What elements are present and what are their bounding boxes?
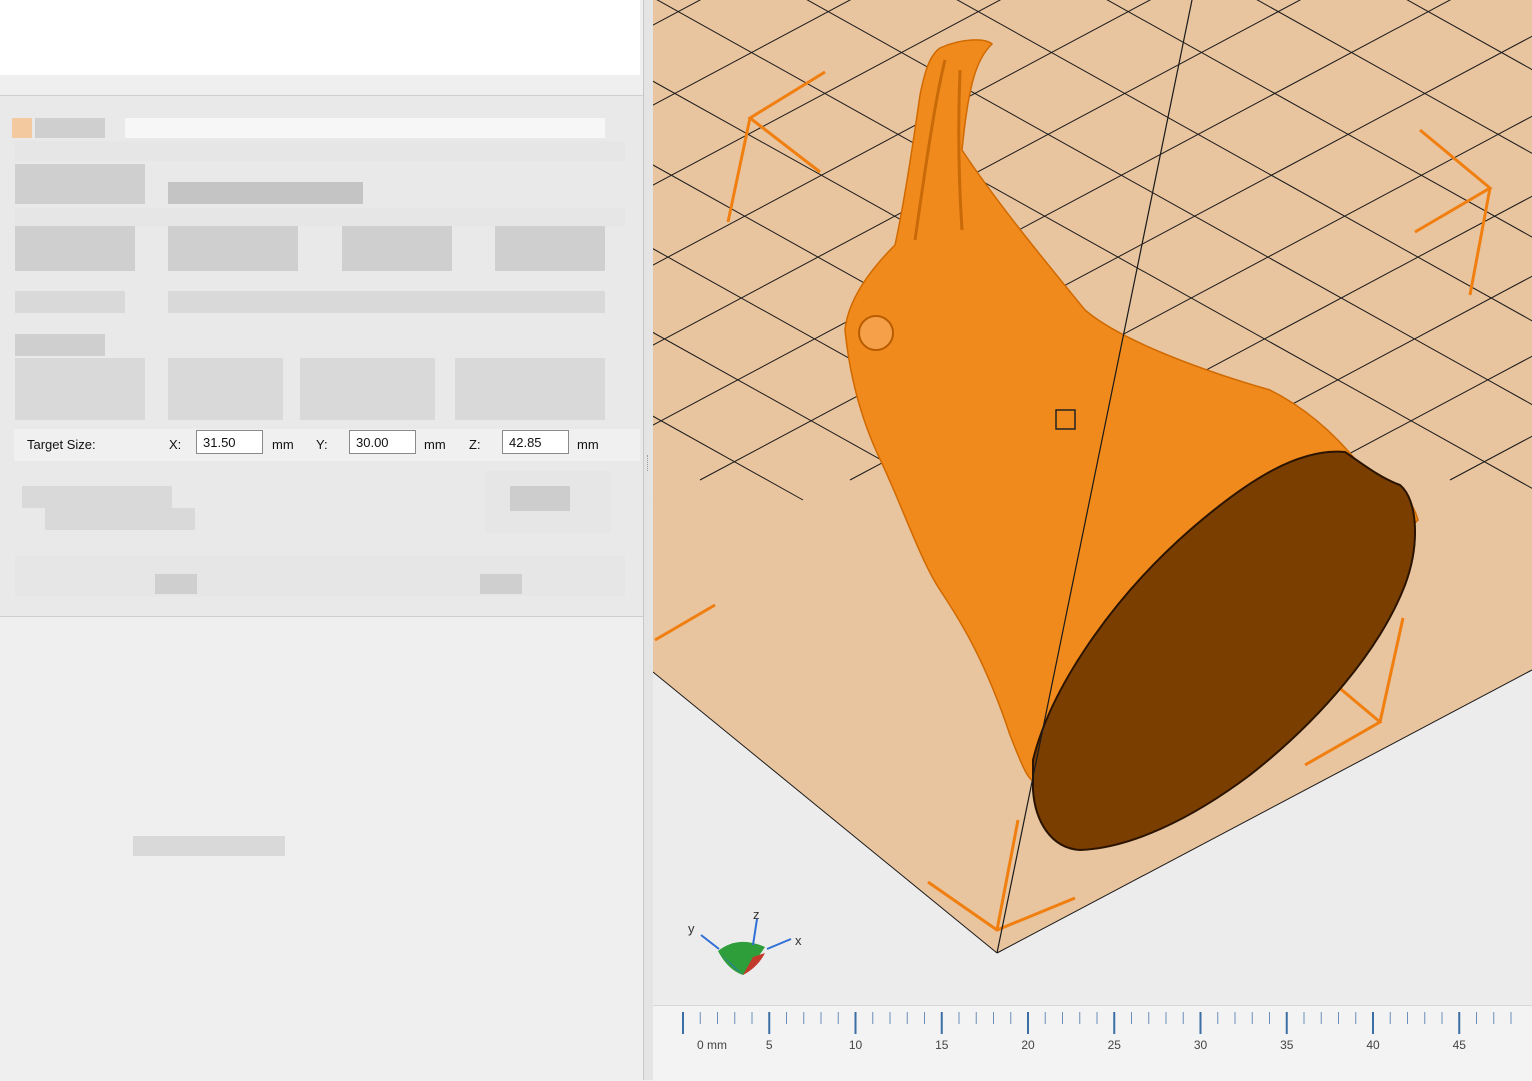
ruler-label-0: 0 mm xyxy=(697,1038,727,1052)
obscured-field[interactable] xyxy=(300,358,435,420)
gizmo-z-line xyxy=(752,918,758,946)
axis-orientation-gizmo[interactable]: y z x xyxy=(683,905,813,985)
x-unit-label: mm xyxy=(272,437,294,452)
obscured-field[interactable] xyxy=(495,226,605,271)
gizmo-y-label: y xyxy=(688,921,695,936)
obscured-label xyxy=(15,358,145,420)
z-unit-label: mm xyxy=(577,437,599,452)
measurement-ruler: 0 mm 5 10 15 20 25 30 35 40 45 xyxy=(653,1005,1532,1081)
obscured-status-text xyxy=(133,836,285,856)
3d-viewport[interactable]: y z x xyxy=(653,0,1532,1080)
eagle-eye xyxy=(858,315,894,351)
obscured-label xyxy=(45,508,195,530)
gizmo-x-line xyxy=(766,938,792,950)
obscured-field[interactable] xyxy=(168,358,283,420)
ruler-label: 45 xyxy=(1452,1038,1466,1052)
obscured-title xyxy=(35,118,105,138)
ruler-label: 40 xyxy=(1366,1038,1380,1052)
obscured-label xyxy=(168,182,363,204)
dialog-icon xyxy=(12,118,32,138)
panel-header-area xyxy=(0,0,640,75)
y-axis-label: Y: xyxy=(316,437,328,452)
obscured-row xyxy=(15,141,625,161)
obscured-field[interactable] xyxy=(342,226,452,271)
obscured-row xyxy=(15,208,625,226)
ruler-label: 25 xyxy=(1107,1038,1121,1052)
splitter-grip-icon[interactable] xyxy=(647,455,651,471)
obscured-ok-button[interactable] xyxy=(155,574,197,594)
ruler-label: 30 xyxy=(1193,1038,1208,1052)
obscured-label xyxy=(15,226,135,271)
x-axis-label: X: xyxy=(169,437,182,452)
target-size-row: Target Size: X: mm Y: mm Z: mm xyxy=(14,429,640,461)
obscured-checkbox[interactable] xyxy=(22,486,172,508)
obscured-field[interactable] xyxy=(455,358,605,420)
gizmo-y-line xyxy=(700,934,720,950)
ruler-label: 10 xyxy=(848,1038,863,1052)
z-axis-label: Z: xyxy=(469,437,481,452)
scale-dialog: Target Size: X: mm Y: mm Z: mm xyxy=(0,95,643,617)
ruler-ticks xyxy=(682,1012,1512,1034)
ruler-label: 35 xyxy=(1280,1038,1294,1052)
obscured-footer xyxy=(15,556,625,596)
target-size-y-input[interactable] xyxy=(349,430,416,454)
obscured-label xyxy=(15,334,105,356)
ruler-label: 20 xyxy=(1021,1038,1035,1052)
obscured-label xyxy=(15,291,125,313)
target-size-label: Target Size: xyxy=(27,437,96,452)
y-unit-label: mm xyxy=(424,437,446,452)
obscured-row xyxy=(168,291,605,313)
obscured-field[interactable] xyxy=(168,226,298,271)
obscured-label xyxy=(15,164,145,204)
obscured-title-bar xyxy=(125,118,605,138)
ruler-label: 5 xyxy=(765,1038,773,1052)
gizmo-z-label: z xyxy=(753,907,760,922)
ruler-label: 15 xyxy=(935,1038,949,1052)
target-size-z-input[interactable] xyxy=(502,430,569,454)
target-size-x-input[interactable] xyxy=(196,430,263,454)
left-settings-panel: Target Size: X: mm Y: mm Z: mm xyxy=(0,0,645,1080)
obscured-button-label xyxy=(510,486,570,511)
gizmo-x-label: x xyxy=(795,933,802,948)
obscured-cancel-button[interactable] xyxy=(480,574,522,594)
